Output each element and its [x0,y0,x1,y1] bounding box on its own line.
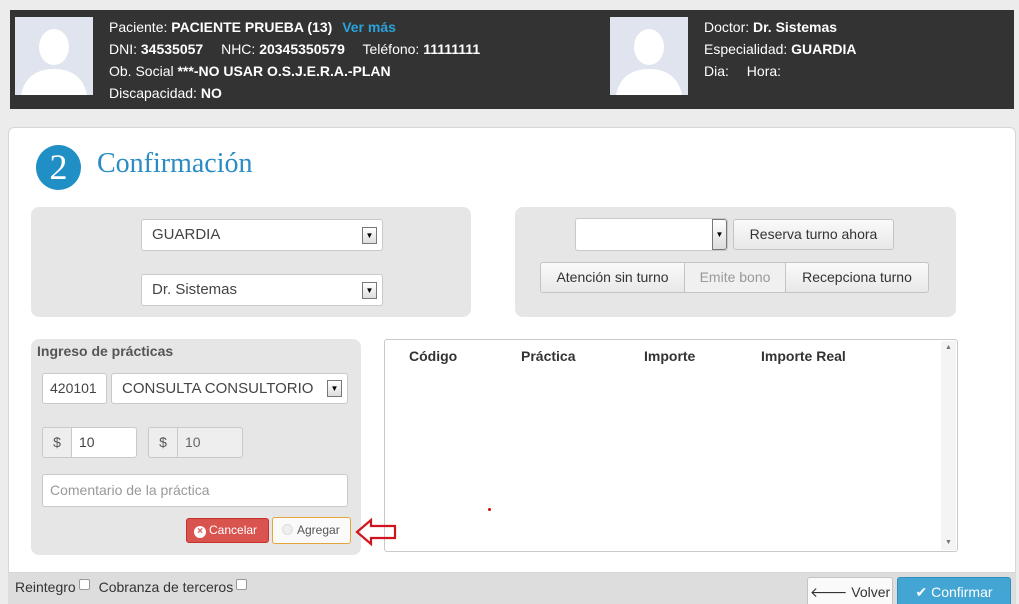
arrow-left-icon: 🡐 [809,584,848,600]
comentario-input[interactable]: Comentario de la práctica [42,474,348,507]
dropdown-arrow-icon[interactable]: ▼ [362,227,377,244]
cancelar-label: Cancelar [209,523,258,537]
doctor-label: Doctor: [704,19,750,35]
importe-real-input: 10 [177,427,243,458]
turno-box: ▼ Reserva turno ahora Atención sin turno… [515,207,956,317]
especialidad-select[interactable]: GUARDIA ▼ [141,219,383,251]
importe-input[interactable]: 10 [71,427,137,458]
scroll-up-icon[interactable]: ▲ [941,342,956,354]
close-circle-icon: × [194,526,206,538]
especialidad-select-value: GUARDIA [152,226,221,243]
paciente-label: Paciente: [109,19,168,35]
especialidad-value: GUARDIA [791,41,857,57]
practica-select[interactable]: CONSULTA CONSULTORIO ▼ [111,373,348,404]
column-header-importe: Importe [644,348,696,364]
practicas-label: Ingreso de prácticas [37,343,174,359]
practicas-table: Código Práctica Importe Importe Real ▲ ▼ [384,339,958,552]
telefono-label: Teléfono: [362,41,420,57]
volver-button[interactable]: 🡐 Volver [807,577,893,604]
emite-bono-button[interactable]: Emite bono [684,262,786,293]
reintegro-checkbox[interactable] [78,579,90,590]
confirmation-panel: 2 Confirmación GUARDIA ▼ Dr. Sistemas ▼ … [8,127,1016,573]
nhc-label: NHC: [221,41,256,57]
doctor-name: Dr. Sistemas [753,19,838,35]
nhc-value: 20345350579 [259,41,345,57]
cobranza-label: Cobranza de terceros [98,579,234,595]
column-header-importe-real: Importe Real [761,348,846,364]
agregar-button[interactable]: Agregar [272,517,351,544]
hora-label: Hora: [746,63,782,79]
currency-addon: $ [148,427,178,458]
page-title: Confirmación [97,148,253,179]
selection-box: GUARDIA ▼ Dr. Sistemas ▼ [31,207,471,317]
dropdown-arrow-icon[interactable]: ▼ [362,282,377,299]
dropdown-arrow-icon[interactable]: ▼ [712,219,727,250]
footer-checkboxes: Reintegro Cobranza de terceros [15,579,252,595]
practicas-box: Ingreso de prácticas 420101 CONSULTA CON… [31,339,361,555]
column-header-practica: Práctica [521,348,576,364]
user-silhouette-icon [15,17,93,95]
footer-bar: Reintegro Cobranza de terceros 🡐 Volver … [8,573,1016,604]
practica-select-value: CONSULTA CONSULTORIO [122,380,314,397]
patient-header: Paciente: PACIENTE PRUEBA (13) Ver más D… [10,10,1014,109]
cancelar-button[interactable]: × Cancelar [186,518,269,543]
agregar-label: Agregar [297,523,340,537]
cobranza-checkbox[interactable] [236,579,248,590]
patient-avatar [15,17,93,95]
reintegro-label: Reintegro [15,579,76,595]
cursor-dot [488,508,491,511]
dni-value: 34535057 [140,41,204,57]
step-number-badge: 2 [36,145,81,190]
telefono-value: 11111111 [423,41,481,57]
reserva-turno-button[interactable]: Reserva turno ahora [733,219,894,250]
table-scrollbar[interactable]: ▲ ▼ [941,341,956,550]
discapacidad-value: NO [200,85,222,101]
obsocial-label: Ob. Social [109,63,174,79]
currency-addon: $ [42,427,72,458]
discapacidad-label: Discapacidad: [109,85,197,101]
dropdown-arrow-icon[interactable]: ▼ [327,380,342,397]
paciente-name: PACIENTE PRUEBA (13) [171,19,333,35]
dni-label: DNI: [109,41,137,57]
recepciona-turno-button[interactable]: Recepciona turno [785,262,929,293]
obsocial-value: ***-NO USAR O.S.J.E.R.A.-PLAN [177,63,391,79]
doctor-avatar [610,17,688,95]
profesional-select-value: Dr. Sistemas [152,281,238,298]
doctor-info: Doctor: Dr. Sistemas Especialidad: GUARD… [704,16,857,82]
annotation-arrow-icon [355,517,397,547]
codigo-input[interactable]: 420101 [42,373,107,404]
checkmark-icon: ✔ [915,584,928,600]
patient-info: Paciente: PACIENTE PRUEBA (13) Ver más D… [109,16,480,104]
atencion-sin-turno-button[interactable]: Atención sin turno [540,262,685,293]
scroll-down-icon[interactable]: ▼ [941,537,956,549]
ver-mas-link[interactable]: Ver más [342,19,396,35]
confirmar-label: Confirmar [931,584,993,600]
user-silhouette-icon [610,17,688,95]
especialidad-label: Especialidad: [704,41,788,57]
volver-label: Volver [851,584,891,600]
column-header-codigo: Código [409,348,458,364]
profesional-select[interactable]: Dr. Sistemas ▼ [141,274,383,306]
dia-label: Dia: [704,63,729,79]
plus-circle-icon [282,524,293,535]
turno-select[interactable]: ▼ [575,218,728,251]
confirmar-button[interactable]: ✔ Confirmar [897,577,1011,604]
